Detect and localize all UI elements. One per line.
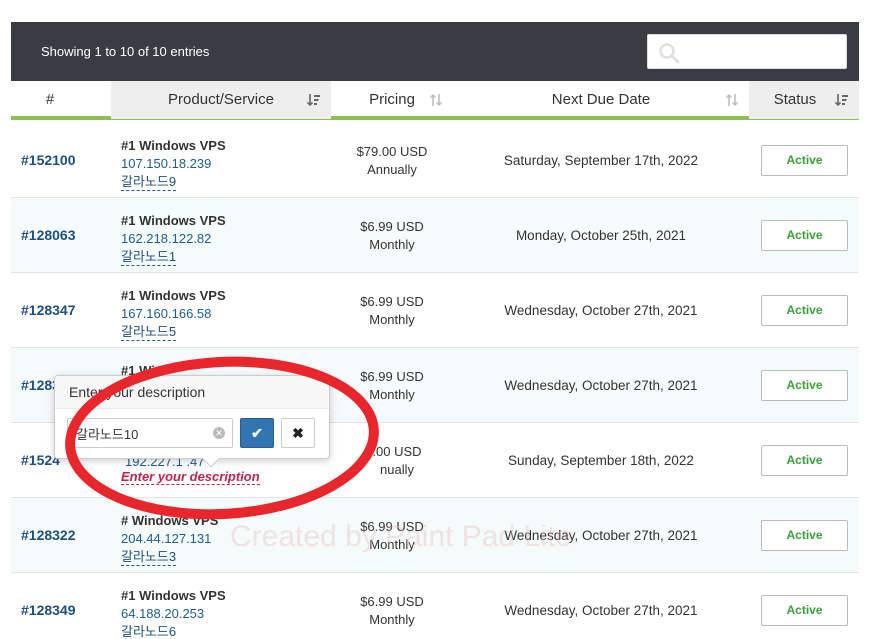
due-date: Saturday, September 17th, 2022 [503, 153, 699, 168]
ip-address: 167.160.166.58 [121, 306, 212, 321]
service-id-link[interactable]: #128349 [21, 573, 111, 639]
due-date: Sunday, September 18th, 2022 [508, 453, 694, 468]
ip-address: 64.188.20.253 [121, 606, 205, 621]
table-toolbar: Showing 1 to 10 of 10 entries [11, 22, 859, 81]
description-popover: Enter your description ✕ ✔ ✖ [54, 375, 330, 468]
pricing-cell: $79.00 USD Annually [356, 144, 428, 177]
description-editable[interactable]: 갈라노드3 [121, 548, 177, 566]
product-name: #1 Windows VPS [121, 138, 226, 153]
table-row[interactable]: #128349 #1 Windows VPS 64.188.20.253 갈라노… [11, 573, 859, 639]
check-icon: ✔ [251, 425, 263, 441]
due-date: Wednesday, October 27th, 2021 [504, 528, 698, 543]
column-header-id: # [45, 91, 55, 108]
product-name: # Windows VPS [121, 513, 219, 528]
clear-icon[interactable]: ✕ [213, 427, 225, 439]
status-badge: Active [761, 595, 848, 626]
product-name: #1 Windows VPS [121, 213, 226, 228]
submit-button[interactable]: ✔ [240, 418, 274, 448]
service-id-link[interactable]: #152100 [21, 123, 111, 198]
entries-info: Showing 1 to 10 of 10 entries [41, 44, 210, 59]
ip-address: 107.150.18.239 [121, 156, 212, 171]
column-header-pricing[interactable]: Pricing [331, 81, 453, 119]
table-row[interactable]: #128347 #1 Windows VPS 167.160.166.58 갈라… [11, 273, 859, 348]
column-header-due-date[interactable]: Next Due Date [453, 81, 749, 119]
sort-desc-icon [306, 81, 321, 122]
close-icon: ✖ [292, 425, 304, 441]
sort-desc-icon [834, 81, 849, 122]
due-date: Monday, October 25th, 2021 [515, 228, 687, 243]
due-date: Wednesday, October 27th, 2021 [504, 603, 698, 618]
ip-address: 204.44.127.131 [121, 531, 212, 546]
description-editable[interactable]: 갈라노드5 [121, 323, 177, 341]
pricing-cell: .00 USD nually [372, 444, 422, 477]
sort-icon [725, 81, 739, 122]
due-date: Wednesday, October 27th, 2021 [504, 303, 698, 318]
product-cell: #1 Windows VPS 167.160.166.58 갈라노드5 [121, 287, 361, 341]
service-id-link[interactable]: #128347 [21, 273, 111, 348]
product-cell: #1 Windows VPS 107.150.18.239 갈라노드9 [121, 137, 361, 191]
search-input[interactable] [647, 34, 847, 69]
status-badge: Active [761, 220, 848, 251]
table-header: # Product/Service Pricing Next Due Date … [11, 81, 859, 120]
pricing-cell: $6.99 USD Monthly [360, 594, 424, 627]
status-badge: Active [761, 370, 848, 401]
status-badge: Active [761, 445, 848, 476]
ip-address: 162.218.122.82 [121, 231, 212, 246]
sort-icon [429, 81, 443, 122]
pricing-cell: $6.99 USD Monthly [360, 369, 424, 402]
pricing-cell: $6.99 USD Monthly [360, 219, 424, 252]
status-badge: Active [761, 295, 848, 326]
due-date: Wednesday, October 27th, 2021 [504, 378, 698, 393]
enter-description-link[interactable]: Enter your description [121, 469, 260, 485]
column-header-product[interactable]: Product/Service [111, 81, 331, 119]
search-icon [659, 43, 680, 64]
description-editable[interactable]: 갈라노드1 [121, 248, 177, 266]
status-badge: Active [761, 520, 848, 551]
product-name: #1 Windows VPS [121, 288, 226, 303]
pricing-cell: $6.99 USD Monthly [360, 519, 424, 552]
cancel-button[interactable]: ✖ [281, 418, 315, 448]
product-cell: #1 Windows VPS 64.188.20.253 갈라노드6 [121, 587, 361, 639]
service-id-link[interactable]: #128063 [21, 198, 111, 273]
product-cell: # Windows VPS 204.44.127.131 갈라노드3 [121, 512, 361, 566]
status-badge: Active [761, 145, 848, 176]
table-row[interactable]: #128322 # Windows VPS 204.44.127.131 갈라노… [11, 498, 859, 573]
column-header-status[interactable]: Status [749, 81, 859, 119]
table-row[interactable]: #128063 #1 Windows VPS 162.218.122.82 갈라… [11, 198, 859, 273]
product-cell: #1 Windows VPS 162.218.122.82 갈라노드1 [121, 212, 361, 266]
pricing-cell: $6.99 USD Monthly [360, 294, 424, 327]
description-editable[interactable]: 갈라노드9 [121, 173, 177, 191]
table-row[interactable]: #152100 #1 Windows VPS 107.150.18.239 갈라… [11, 123, 859, 198]
popover-title: Enter your description [55, 376, 329, 409]
product-name: #1 Windows VPS [121, 588, 226, 603]
description-editable[interactable]: 갈라노드6 [121, 623, 176, 639]
description-input[interactable] [67, 418, 233, 448]
service-id-link[interactable]: #128322 [21, 498, 111, 573]
